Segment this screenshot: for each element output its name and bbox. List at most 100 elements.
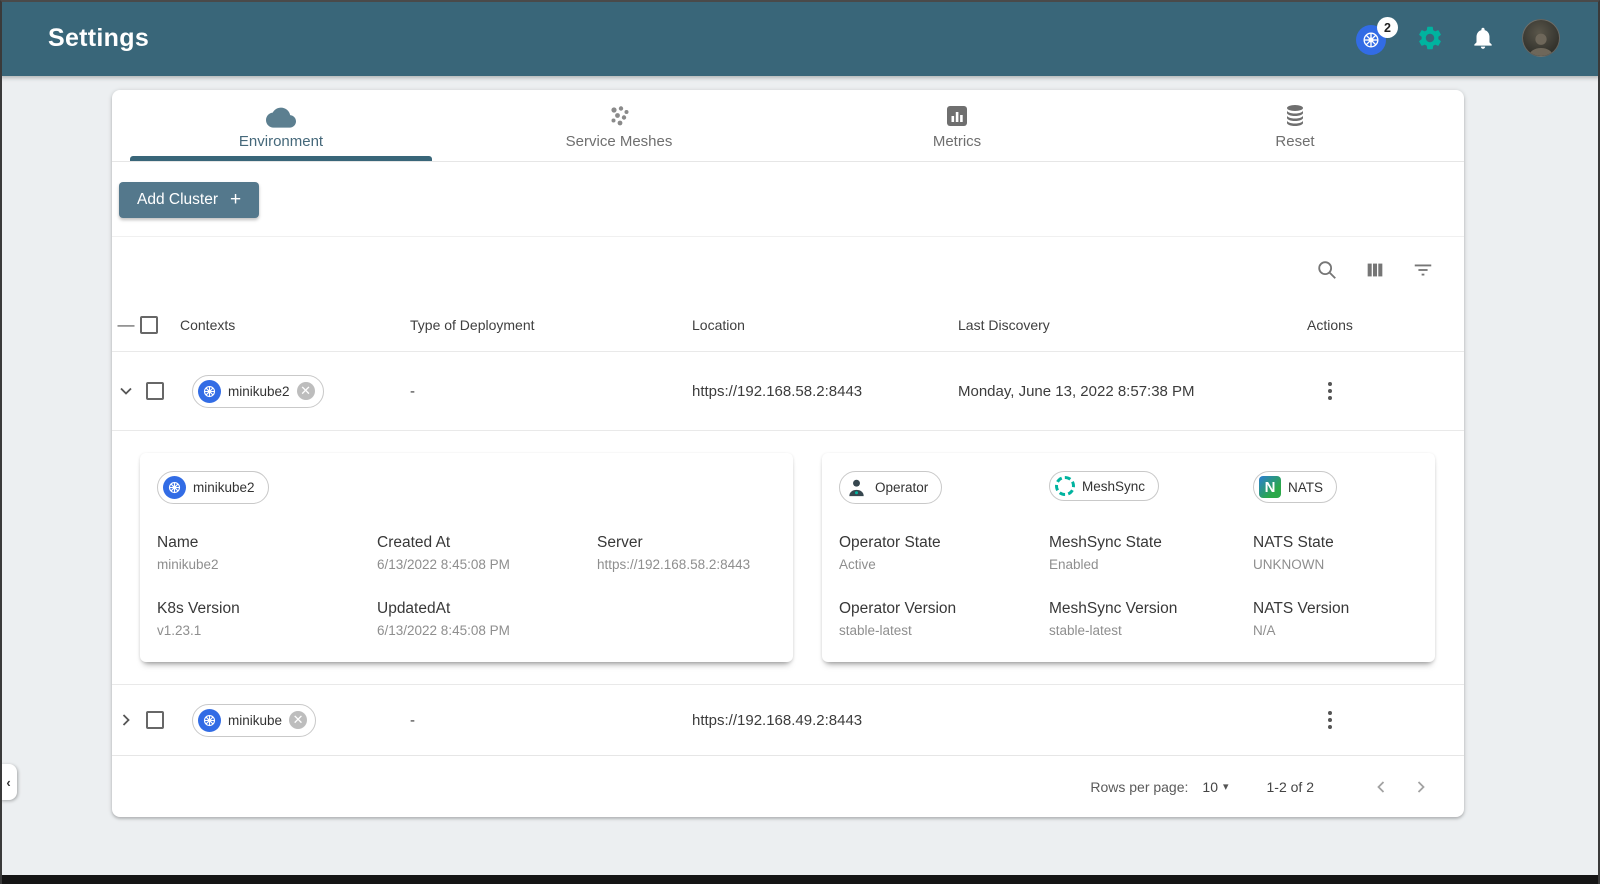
tab-label: Reset xyxy=(1275,132,1315,150)
chip-label: minikube2 xyxy=(228,383,290,399)
previous-page-button[interactable] xyxy=(1368,774,1394,800)
add-cluster-button[interactable]: Add Cluster + xyxy=(119,182,260,218)
operator-chip[interactable]: Operator xyxy=(839,471,943,504)
add-cluster-row: Add Cluster + xyxy=(112,162,1464,237)
search-icon xyxy=(1318,261,1336,279)
field-k8s-version: K8s Version v1.23.1 xyxy=(157,600,240,638)
bell-icon xyxy=(1474,27,1492,49)
table-pagination: Rows per page: 10 ▾ 1-2 of 2 xyxy=(112,755,1464,817)
pagination-range: 1-2 of 2 xyxy=(1266,778,1314,795)
chip-label: minikube2 xyxy=(193,480,255,495)
expand-row-button[interactable] xyxy=(112,713,140,727)
cloud-icon xyxy=(266,102,296,128)
tab-label: Environment xyxy=(238,132,324,150)
settings-panel: Environment Service Meshes Metrics Reset… xyxy=(112,90,1464,817)
field-meshsync-version: MeshSync Version stable-latest xyxy=(1049,600,1178,638)
bar-chart-icon xyxy=(945,102,969,128)
kubernetes-icon xyxy=(198,708,221,732)
sidebar-collapse-toggle[interactable]: ‹ xyxy=(0,764,17,800)
tab-metrics[interactable]: Metrics xyxy=(788,90,1126,161)
cell-last-discovery: Monday, June 13, 2022 8:57:38 PM xyxy=(958,382,1195,400)
cell-deployment-type: - xyxy=(410,382,415,400)
next-page-button[interactable] xyxy=(1408,774,1434,800)
row-checkbox[interactable] xyxy=(146,382,164,400)
field-meshsync-state: MeshSync State Enabled xyxy=(1049,534,1162,572)
cell-location: https://192.168.58.2:8443 xyxy=(692,382,863,400)
operator-info-card: Operator MeshSync N NATS Operator State … xyxy=(822,453,1435,662)
nats-icon: N xyxy=(1259,476,1281,498)
chevron-right-icon xyxy=(122,714,130,726)
kubernetes-context-button[interactable]: 2 xyxy=(1356,17,1398,55)
table-row-minikube: minikube ✕ - https://192.168.49.2:8443 xyxy=(112,685,1464,755)
context-count-badge: 2 xyxy=(1377,17,1398,38)
rows-per-page-value: 10 xyxy=(1202,778,1218,795)
chevron-right-icon xyxy=(1417,780,1425,793)
field-updated-at: UpdatedAt 6/13/2022 8:45:08 PM xyxy=(377,600,510,638)
rows-per-page-select[interactable]: 10 ▾ xyxy=(1202,779,1228,795)
gear-icon xyxy=(1419,26,1441,50)
chevron-down-icon xyxy=(120,387,132,395)
context-chip-minikube[interactable]: minikube ✕ xyxy=(192,703,317,737)
search-button[interactable] xyxy=(1316,259,1338,281)
tab-label: Service Meshes xyxy=(565,132,673,150)
field-created-at: Created At 6/13/2022 8:45:08 PM xyxy=(377,534,510,572)
remove-context-icon[interactable]: ✕ xyxy=(296,382,315,400)
filter-icon xyxy=(1414,264,1432,276)
kubernetes-icon xyxy=(198,379,221,403)
kubernetes-icon xyxy=(163,476,186,499)
remove-context-icon[interactable]: ✕ xyxy=(289,711,308,729)
active-tab-indicator xyxy=(130,156,432,161)
cluster-chip-minikube2[interactable]: minikube2 xyxy=(157,471,269,504)
meshsync-chip[interactable]: MeshSync xyxy=(1049,471,1160,501)
database-icon xyxy=(1283,102,1307,128)
field-server: Server https://192.168.58.2:8443 xyxy=(597,534,751,572)
operator-icon xyxy=(849,479,864,497)
tab-environment[interactable]: Environment xyxy=(112,90,450,161)
settings-gear-button[interactable] xyxy=(1416,24,1444,52)
context-chip-minikube2[interactable]: minikube2 ✕ xyxy=(192,374,324,408)
column-actions: Actions xyxy=(1307,317,1353,333)
caret-down-icon: ▾ xyxy=(1222,781,1229,793)
row-checkbox[interactable] xyxy=(146,711,164,729)
nats-chip[interactable]: N NATS xyxy=(1253,471,1338,503)
chevron-left-icon: ‹ xyxy=(6,774,11,790)
mesh-icon xyxy=(606,102,632,128)
settings-tabs: Environment Service Meshes Metrics Reset xyxy=(112,90,1464,162)
expanded-cluster-details: minikube2 Name minikube2 Created At 6/13… xyxy=(112,430,1464,684)
column-contexts[interactable]: Contexts xyxy=(180,317,410,333)
column-last-discovery[interactable]: Last Discovery xyxy=(958,317,1307,333)
field-nats-version: NATS Version N/A xyxy=(1253,600,1350,638)
tab-reset[interactable]: Reset xyxy=(1126,90,1464,161)
column-type-of-deployment[interactable]: Type of Deployment xyxy=(410,317,692,333)
chip-label: minikube xyxy=(228,712,283,728)
plus-icon: + xyxy=(229,189,242,210)
row-actions-menu-button[interactable] xyxy=(1321,707,1339,733)
chip-label: Operator xyxy=(875,480,929,495)
chip-label: NATS xyxy=(1288,479,1324,495)
select-all-checkbox[interactable] xyxy=(140,316,158,334)
field-nats-state: NATS State UNKNOWN xyxy=(1253,534,1334,572)
page-title: Settings xyxy=(48,23,150,52)
row-actions-menu-button[interactable] xyxy=(1321,378,1339,404)
meshsync-icon xyxy=(1055,476,1075,496)
user-avatar[interactable] xyxy=(1522,19,1560,57)
column-location[interactable]: Location xyxy=(692,317,958,333)
view-columns-button[interactable] xyxy=(1364,259,1386,281)
filter-button[interactable] xyxy=(1412,259,1434,281)
app-bar: Settings 2 xyxy=(0,0,1600,76)
cell-location: https://192.168.49.2:8443 xyxy=(692,711,863,729)
field-operator-version: Operator Version stable-latest xyxy=(839,600,957,638)
notifications-button[interactable] xyxy=(1470,25,1496,51)
view-columns-icon xyxy=(1367,263,1383,277)
cell-deployment-type: - xyxy=(410,711,415,729)
collapse-all-control[interactable]: — xyxy=(112,315,140,335)
tab-service-meshes[interactable]: Service Meshes xyxy=(450,90,788,161)
table-header-row: — Contexts Type of Deployment Location L… xyxy=(112,299,1464,351)
chevron-left-icon xyxy=(1377,780,1385,793)
avatar-silhouette-icon xyxy=(1528,33,1554,56)
bottom-taskbar-edge xyxy=(0,875,1600,884)
cluster-info-card: minikube2 Name minikube2 Created At 6/13… xyxy=(140,453,793,662)
field-name: Name minikube2 xyxy=(157,534,219,572)
table-row-minikube2: minikube2 ✕ - https://192.168.58.2:8443 … xyxy=(112,352,1464,430)
collapse-row-button[interactable] xyxy=(112,384,140,398)
